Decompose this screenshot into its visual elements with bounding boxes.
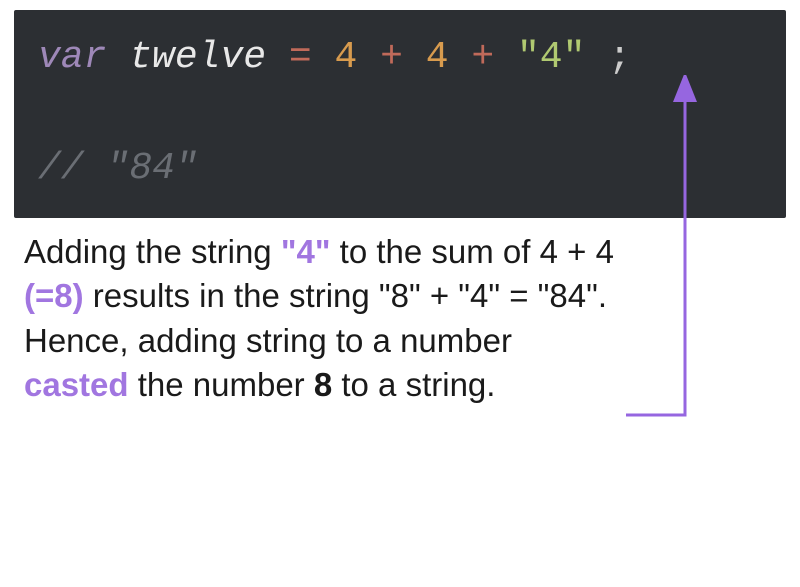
explain-part-5: to a string. bbox=[332, 366, 495, 403]
code-keyword-var: var bbox=[38, 36, 106, 79]
code-line-1: var twelve = 4 + 4 + "4" ; bbox=[38, 28, 762, 89]
explain-part-2: to the sum of 4 + 4 bbox=[331, 233, 614, 270]
code-variable-name: twelve bbox=[129, 36, 266, 79]
code-semicolon: ; bbox=[608, 36, 631, 79]
code-comment: // "84" bbox=[38, 147, 198, 190]
code-number-1: 4 bbox=[335, 36, 358, 79]
code-operator-plus-2: + bbox=[471, 36, 494, 79]
code-string-literal: "4" bbox=[517, 36, 585, 79]
code-number-2: 4 bbox=[426, 36, 449, 79]
explanation-text: Adding the string "4" to the sum of 4 + … bbox=[24, 230, 624, 408]
explain-highlight-eight: 8 bbox=[314, 366, 332, 403]
explain-highlight-equals: (=8) bbox=[24, 277, 84, 314]
explain-part-1: Adding the string bbox=[24, 233, 281, 270]
code-line-2: // "84" bbox=[38, 139, 762, 200]
code-operator-plus-1: + bbox=[380, 36, 403, 79]
explain-part-3: results in the string "8" + "4" = "84". … bbox=[24, 277, 607, 359]
explain-part-4: the number bbox=[129, 366, 314, 403]
explain-highlight-casted: casted bbox=[24, 366, 129, 403]
code-operator-assign: = bbox=[289, 36, 312, 79]
code-block: var twelve = 4 + 4 + "4" ; // "84" bbox=[14, 10, 786, 218]
explain-highlight-string: "4" bbox=[281, 233, 331, 270]
